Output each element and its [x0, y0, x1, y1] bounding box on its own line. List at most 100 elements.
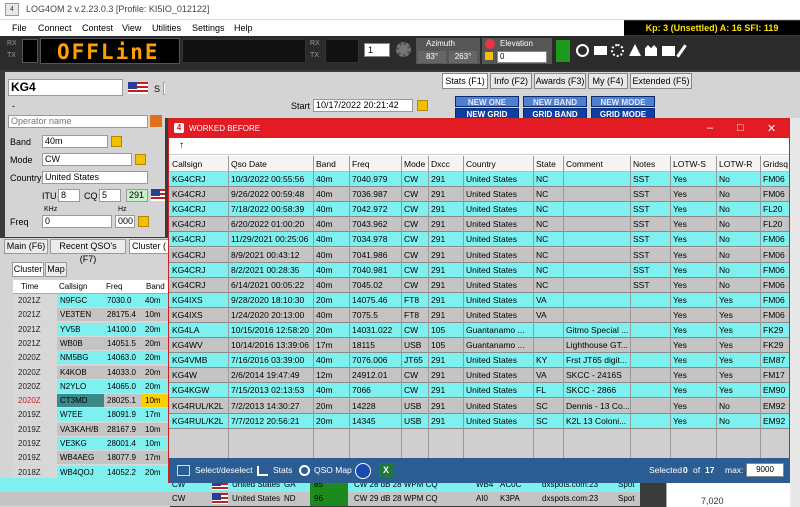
cluster-row[interactable]: 2020Z K4KOB 14033.0 20m [13, 365, 169, 380]
connection-status-display[interactable]: OFFLinE [40, 38, 180, 64]
tab-extended[interactable]: Extended (F5) [630, 73, 692, 89]
window-title-bar[interactable]: 4 WORKED BEFORE – □ ✕ [169, 119, 789, 138]
cluster-row[interactable]: 2021Z YV5B 14100.0 20m [13, 322, 169, 337]
cluster-row[interactable]: 2019Z VA3KAH/B 28167.9 10m [13, 422, 169, 437]
table-row[interactable]: KG4CRJ 11/29/2021 00:25:06 40m 7034.978 CW 29… [169, 232, 789, 248]
column-header-lotwr[interactable]: LOTW-R [719, 159, 752, 169]
callsign-input[interactable]: KG4 [8, 79, 123, 96]
grid-icon[interactable] [594, 46, 607, 55]
globe-icon[interactable] [576, 44, 589, 57]
column-header-call[interactable]: Callsign [172, 159, 202, 169]
tab-info[interactable]: Info (F2) [490, 73, 532, 89]
freq-lock-icon[interactable] [138, 216, 149, 227]
table-row[interactable]: KG4CRJ 8/9/2021 00:43:12 40m 7041.986 CW 291 U… [169, 247, 789, 263]
column-header-grid[interactable]: Gridsq [763, 159, 788, 169]
signal-icon[interactable] [556, 40, 570, 62]
lock-icon[interactable] [485, 52, 493, 60]
edit-icon[interactable] [150, 115, 162, 127]
column-divider[interactable] [533, 156, 534, 458]
table-row[interactable]: KG4IXS 1/24/2020 20:13:00 40m 7075.5 FT8 291 U… [169, 307, 789, 323]
table-row[interactable]: KG4LA 10/15/2016 12:58:20 20m 14031.022 CW 10… [169, 323, 789, 338]
tab-recent-qsos[interactable]: Recent QSO's (F7) [50, 239, 126, 264]
band-lock-icon[interactable] [111, 136, 122, 147]
step-spinner[interactable]: 1 [364, 43, 390, 57]
tab-my[interactable]: My (F4) [588, 73, 628, 89]
maximize-icon[interactable]: □ [737, 122, 744, 134]
freq-hz-input[interactable]: 000 [115, 215, 135, 228]
column-header-dxcc[interactable]: Dxcc [431, 159, 450, 169]
qso-map-button[interactable]: QSO Map [314, 465, 352, 475]
close-icon[interactable]: ✕ [767, 122, 776, 135]
table-row[interactable]: KG4IXS 9/28/2020 18:10:30 20m 14075.46 FT8 29… [169, 292, 789, 308]
cluster-row[interactable]: 2020Z N2YLO 14065.0 20m [13, 379, 169, 394]
table-row[interactable]: KG4VMB 7/16/2016 03:39:00 40m 7076.006 JT65 2… [169, 353, 789, 369]
worked-before-window[interactable]: 4 WORKED BEFORE – □ ✕ ↑ Callsign Qso Date… [168, 118, 790, 483]
cq-select[interactable]: 5 [99, 189, 121, 202]
tab-cluster-map[interactable]: Map [45, 262, 67, 277]
column-header-notes[interactable]: Notes [633, 159, 655, 169]
column-divider[interactable] [313, 156, 314, 458]
column-header-freq[interactable]: Freq [352, 159, 369, 169]
itu-select[interactable]: 8 [58, 189, 80, 202]
column-header-country[interactable]: Country [466, 159, 496, 169]
tab-awards[interactable]: Awards (F3) [534, 73, 586, 89]
menu-contest[interactable]: Contest [82, 23, 113, 33]
column-header-date[interactable]: Qso Date [231, 159, 267, 169]
cluster-row[interactable]: 2021Z VE3TEN 28175.4 10m [13, 308, 169, 323]
menu-settings[interactable]: Settings [192, 23, 225, 33]
table-row[interactable]: KG4CRJ 6/20/2022 01:00:20 40m 7043.962 CW 291… [169, 217, 789, 233]
table-row[interactable]: KG4CRJ 10/3/2022 00:55:56 40m 7040.979 CW 291… [169, 172, 789, 187]
camera-icon[interactable] [662, 46, 675, 56]
column-header-band[interactable]: Band [316, 159, 336, 169]
column-divider[interactable] [630, 156, 631, 458]
column-divider[interactable] [670, 156, 671, 458]
cluster-row[interactable]: 2019Z WB4AEG 18077.9 17m [13, 451, 169, 466]
mode-lock-icon[interactable] [135, 154, 146, 165]
table-row[interactable]: KG4CRJ 8/2/2021 00:28:35 40m 7040.981 CW 291 U… [169, 262, 789, 278]
tab-cluster-list[interactable]: Cluster [12, 262, 44, 277]
sort-up-icon[interactable]: ↑ [179, 140, 184, 151]
cluster-row[interactable]: 2020Z CT3MD 28025.1 10m [13, 394, 169, 409]
excel-export-icon[interactable]: X [379, 463, 393, 478]
column-divider[interactable] [228, 156, 229, 458]
freq-khz-input[interactable]: 0 [42, 215, 112, 228]
column-divider[interactable] [428, 156, 429, 458]
cluster-row[interactable]: 2019Z W7EE 18091.9 17m [13, 408, 169, 423]
tab-main[interactable]: Main (F6) [4, 239, 48, 254]
column-divider[interactable] [463, 156, 464, 458]
stats-button[interactable]: Stats [273, 465, 292, 475]
azimuth-short-value[interactable]: 83° [418, 51, 446, 63]
menu-help[interactable]: Help [234, 23, 253, 33]
gear-icon[interactable] [396, 42, 411, 57]
table-row[interactable]: KG4WV 10/14/2016 13:39:06 17m 18115 USB 105 Gu… [169, 338, 789, 354]
browser-icon[interactable] [355, 463, 371, 479]
minimize-icon[interactable]: – [707, 122, 713, 134]
table-row[interactable]: KG4KGW 7/15/2013 02:13:53 40m 7066 CW 291 Unit… [169, 383, 789, 399]
select-deselect-button[interactable]: Select/deselect [195, 465, 253, 475]
column-header-mode[interactable]: Mode [404, 159, 425, 169]
cluster-extended-row[interactable]: CW United States ND 96 CW 29 dB 28 WPM CQ AI0… [0, 492, 640, 506]
country-select[interactable]: United States [42, 171, 148, 184]
cluster-row[interactable]: 2019Z VE3KG 28001.4 10m [13, 437, 169, 451]
column-divider[interactable] [401, 156, 402, 458]
menu-connect[interactable]: Connect [38, 23, 72, 33]
table-row[interactable]: KG4CRJ 9/26/2022 00:59:48 40m 7036.987 CW 291… [169, 187, 789, 203]
operator-name-input[interactable]: Operator name [8, 115, 148, 128]
max-input[interactable]: 9000 [746, 463, 784, 477]
column-header-state[interactable]: State [536, 159, 556, 169]
column-header-lotws[interactable]: LOTW-S [673, 159, 706, 169]
tab-stats[interactable]: Stats (F1) [442, 73, 488, 89]
azimuth-long-value[interactable]: 263° [449, 51, 477, 63]
elevation-input[interactable]: 0 [497, 51, 547, 63]
column-divider[interactable] [716, 156, 717, 458]
column-divider[interactable] [563, 156, 564, 458]
start-time-input[interactable]: 10/17/2022 20:21:42 [313, 99, 413, 112]
settings-icon[interactable] [611, 44, 624, 57]
cluster-row[interactable]: 2020Z NM5BG 14063.0 20m [13, 351, 169, 366]
tab-cluster[interactable]: Cluster ( [129, 239, 169, 254]
column-divider[interactable] [349, 156, 350, 458]
cluster-row[interactable]: 2021Z WB0B 14051.5 20m [13, 336, 169, 351]
table-row[interactable]: KG4CRJ 7/18/2022 00:58:39 40m 7042.972 CW 291… [169, 202, 789, 218]
menu-view[interactable]: View [122, 23, 141, 33]
column-divider[interactable] [760, 156, 761, 458]
